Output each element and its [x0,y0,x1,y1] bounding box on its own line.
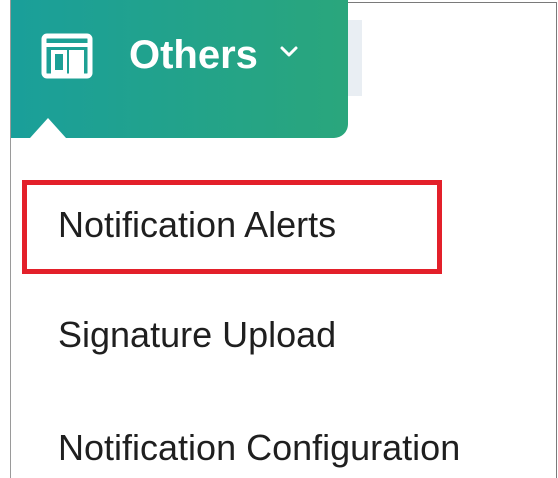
chevron-down-icon [280,46,298,57]
dropdown-caret [30,118,66,138]
frame-right-border [556,2,557,478]
panel-icon [41,33,93,79]
frame-top-border [348,2,556,3]
others-menu-label: Others [129,33,258,77]
menu-item-signature-upload[interactable]: Signature Upload [58,311,336,359]
menu-trigger-shadow [348,20,362,96]
menu-item-notification-alerts[interactable]: Notification Alerts [58,201,336,249]
menu-item-notification-configuration[interactable]: Notification Configuration [58,424,460,472]
